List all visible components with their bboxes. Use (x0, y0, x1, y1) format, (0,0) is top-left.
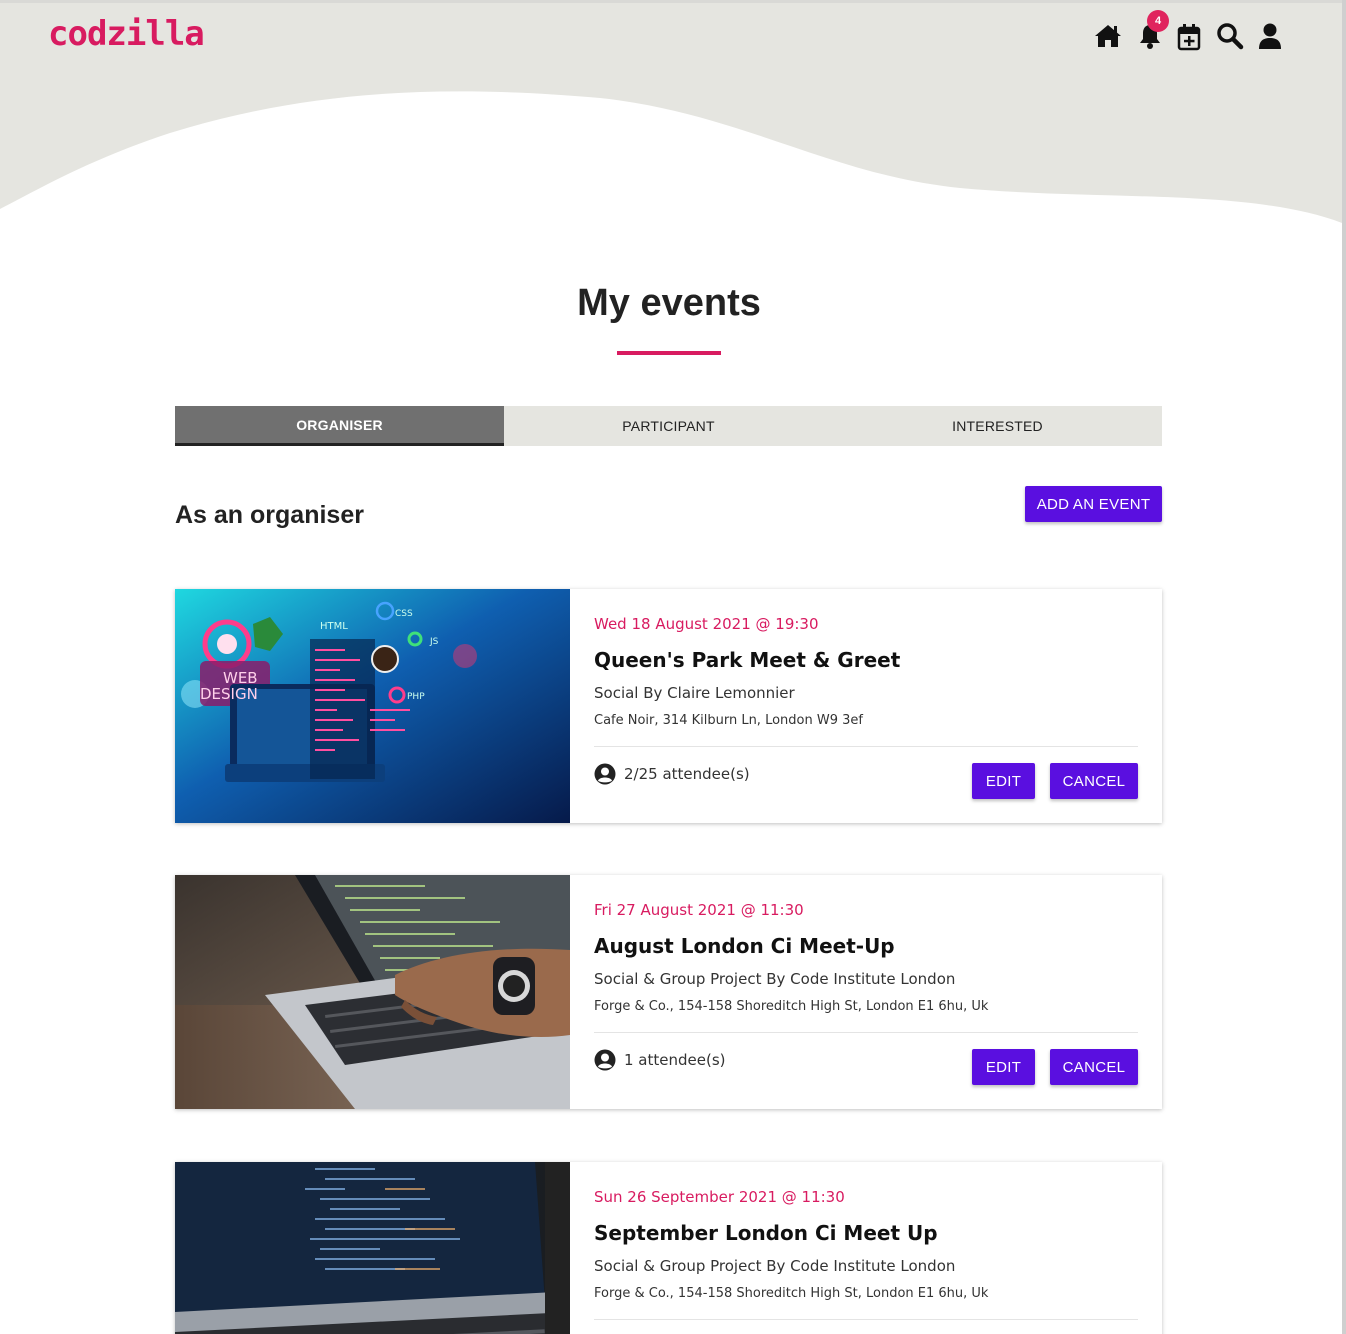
user-circle-icon (594, 763, 616, 785)
scrollbar-edge (1342, 0, 1346, 1334)
event-title[interactable]: Queen's Park Meet & Greet (594, 648, 900, 672)
user-circle-icon (594, 1049, 616, 1071)
event-image[interactable] (175, 875, 570, 1109)
cancel-button[interactable]: CANCEL (1050, 763, 1138, 799)
event-location: Forge & Co., 154-158 Shoreditch High St,… (594, 1286, 989, 1301)
divider (594, 1032, 1138, 1033)
add-event-button[interactable]: ADD AN EVENT (1025, 486, 1162, 522)
divider (594, 746, 1138, 747)
event-card: Fri 27 August 2021 @ 11:30 August London… (175, 875, 1162, 1109)
image-label-html: HTML (320, 621, 348, 632)
image-label-js: JS (429, 637, 439, 647)
edit-button[interactable]: EDIT (972, 763, 1035, 799)
tabs: ORGANISER PARTICIPANT INTERESTED (175, 406, 1162, 446)
divider (594, 1319, 1138, 1320)
event-details: Fri 27 August 2021 @ 11:30 August London… (570, 875, 1162, 1109)
event-attendees: 1 attendee(s) (594, 1049, 726, 1071)
event-image[interactable] (175, 1162, 570, 1334)
image-label-php: PHP (407, 692, 425, 702)
event-category: Social & Group Project By Code Institute… (594, 970, 956, 988)
event-category: Social By Claire Lemonnier (594, 684, 795, 702)
image-label-design: DESIGN (200, 685, 258, 703)
tab-interested[interactable]: INTERESTED (833, 406, 1162, 446)
tab-participant[interactable]: PARTICIPANT (504, 406, 833, 446)
home-icon[interactable] (1092, 18, 1124, 54)
logo[interactable]: codzilla (48, 14, 205, 54)
page-title: My events (577, 282, 761, 324)
event-date: Fri 27 August 2021 @ 11:30 (594, 901, 804, 919)
event-image[interactable]: HTML CSS JS PHP WEB DESIGN (175, 589, 570, 823)
event-location: Cafe Noir, 314 Kilburn Ln, London W9 3ef (594, 713, 863, 728)
event-title[interactable]: September London Ci Meet Up (594, 1221, 938, 1245)
attendee-count: 1 attendee(s) (624, 1051, 726, 1069)
notification-badge: 4 (1147, 10, 1169, 32)
search-icon[interactable] (1214, 18, 1246, 54)
calendar-plus-icon[interactable] (1173, 19, 1205, 55)
event-date: Wed 18 August 2021 @ 19:30 (594, 615, 819, 633)
user-icon[interactable] (1254, 18, 1286, 54)
event-attendees: 2/25 attendee(s) (594, 763, 750, 785)
event-details: Sun 26 September 2021 @ 11:30 September … (570, 1162, 1162, 1334)
edit-button[interactable]: EDIT (972, 1049, 1035, 1085)
section-heading: As an organiser (175, 501, 364, 529)
title-underline (617, 351, 721, 355)
event-location: Forge & Co., 154-158 Shoreditch High St,… (594, 999, 989, 1014)
event-card: Sun 26 September 2021 @ 11:30 September … (175, 1162, 1162, 1334)
event-category: Social & Group Project By Code Institute… (594, 1257, 956, 1275)
event-title[interactable]: August London Ci Meet-Up (594, 934, 895, 958)
cancel-button[interactable]: CANCEL (1050, 1049, 1138, 1085)
event-details: Wed 18 August 2021 @ 19:30 Queen's Park … (570, 589, 1162, 823)
attendee-count: 2/25 attendee(s) (624, 765, 750, 783)
page: codzilla 4 My events ORGANISER PARTICIPA… (0, 0, 1346, 1334)
image-label-css: CSS (395, 609, 413, 619)
tab-organiser[interactable]: ORGANISER (175, 406, 504, 446)
event-card: HTML CSS JS PHP WEB DESIGN Wed 18 August… (175, 589, 1162, 823)
event-date: Sun 26 September 2021 @ 11:30 (594, 1188, 845, 1206)
